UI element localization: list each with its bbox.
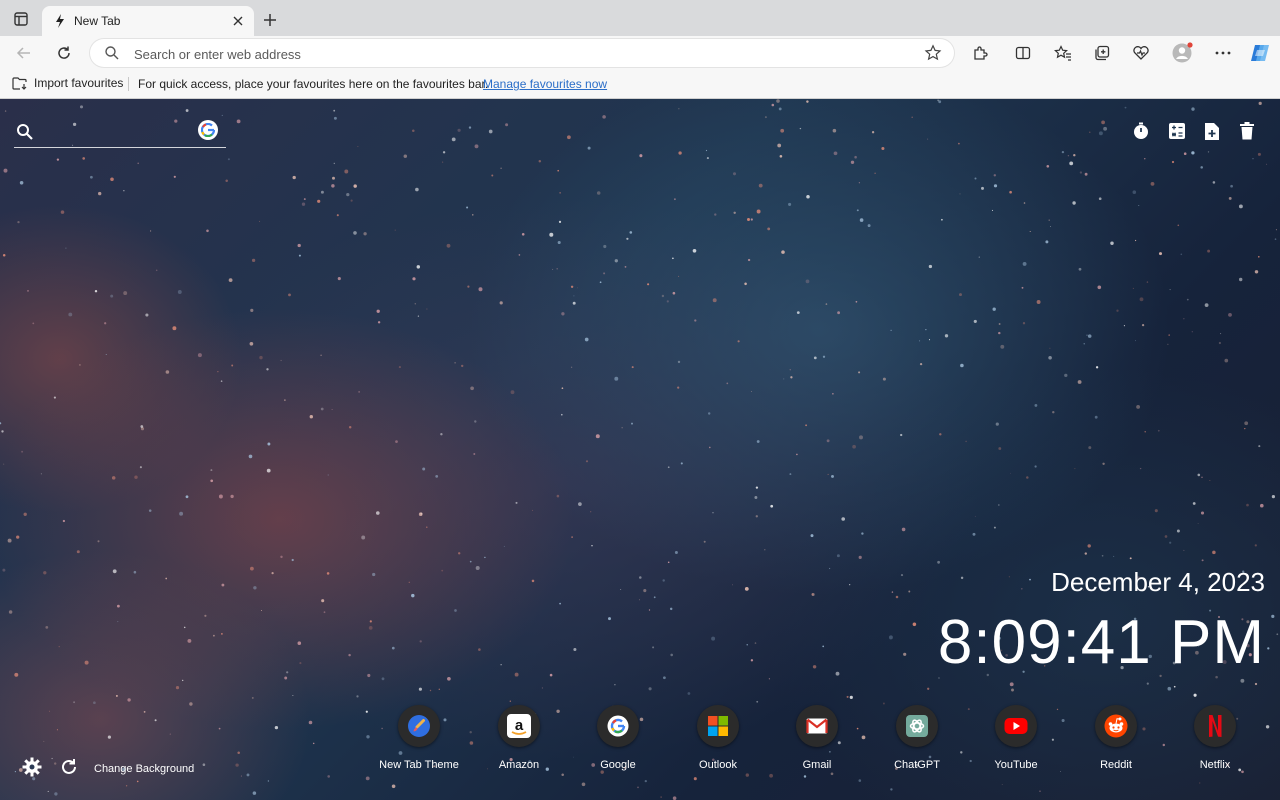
clock-date: December 4, 2023: [1051, 567, 1265, 597]
newtab-search-input[interactable]: [42, 122, 196, 144]
copilot-icon[interactable]: [1249, 42, 1271, 64]
microsoft-icon: [697, 705, 739, 747]
svg-text:a: a: [515, 717, 524, 734]
shortcut-netflix[interactable]: Netflix: [1165, 705, 1265, 771]
shortcut-reddit[interactable]: Reddit: [1066, 705, 1166, 771]
manage-favourites-link[interactable]: Manage favourites now: [483, 77, 607, 91]
favbar-message: For quick access, place your favourites …: [138, 77, 489, 91]
search-icon: [104, 45, 120, 61]
shortcut-label: Gmail: [802, 759, 832, 771]
chatgpt-icon: [896, 705, 938, 747]
import-folder-icon: [12, 77, 27, 90]
paintbrush-icon: [398, 705, 440, 747]
tab-new-tab[interactable]: New Tab: [42, 6, 254, 36]
profile-avatar[interactable]: [1171, 42, 1193, 64]
shortcut-label: ChatGPT: [894, 759, 940, 771]
gmail-icon: [796, 705, 838, 747]
close-tab-icon[interactable]: [230, 13, 246, 29]
address-bar: [90, 39, 954, 67]
timer-icon[interactable]: [1131, 121, 1151, 141]
favourites-icon[interactable]: [1052, 42, 1074, 64]
tab-favicon-icon: [52, 13, 68, 29]
address-input[interactable]: [132, 43, 896, 65]
add-favourite-star-icon[interactable]: [924, 44, 942, 62]
favbar-divider: [128, 77, 129, 91]
shortcut-youtube[interactable]: YouTube: [966, 705, 1066, 771]
shortcut-label: Netflix: [1199, 759, 1231, 771]
shortcut-label: Outlook: [699, 759, 737, 771]
back-arrow-icon[interactable]: [13, 42, 35, 64]
shortcut-label: Amazon: [498, 759, 540, 771]
shortcut-amazon[interactable]: a Amazon: [469, 705, 569, 771]
import-favourites-label: Import favourites: [34, 76, 124, 90]
google-icon: [597, 705, 639, 747]
newtab-search-box: [14, 119, 226, 148]
shortcut-google[interactable]: Google: [568, 705, 668, 771]
more-menu-icon[interactable]: [1212, 42, 1234, 64]
netflix-icon: [1194, 705, 1236, 747]
shortcut-outlook[interactable]: Outlook: [668, 705, 768, 771]
add-note-icon[interactable]: [1202, 121, 1222, 141]
youtube-icon: [995, 705, 1037, 747]
new-tab-button[interactable]: [260, 10, 280, 30]
shortcut-new-tab-theme[interactable]: New Tab Theme: [369, 705, 469, 771]
extensions-puzzle-icon[interactable]: [969, 42, 991, 64]
trash-icon[interactable]: [1237, 121, 1257, 141]
split-screen-icon[interactable]: [1012, 42, 1034, 64]
shortcut-label: Reddit: [1100, 759, 1132, 771]
tab-strip: New Tab: [0, 0, 1280, 36]
collections-icon[interactable]: [1091, 42, 1113, 64]
clock-time: 8:09:41 PM: [937, 608, 1265, 677]
new-tab-page: December 4, 2023 8:09:41 PM New Tab Them…: [0, 99, 1280, 800]
bottom-controls: Change Background: [22, 757, 194, 777]
change-background-refresh-icon[interactable]: [60, 758, 78, 776]
settings-gear-icon[interactable]: [22, 757, 42, 777]
shortcut-gmail[interactable]: Gmail: [767, 705, 867, 771]
change-background-link[interactable]: Change Background: [94, 763, 194, 775]
tab-title: New Tab: [74, 14, 121, 28]
refresh-icon[interactable]: [53, 42, 75, 64]
search-icon: [16, 123, 34, 146]
background-image: [0, 99, 1279, 800]
import-favourites-button[interactable]: Import favourites: [12, 76, 123, 90]
reddit-icon: [1095, 705, 1137, 747]
shortcut-label: New Tab Theme: [379, 759, 459, 771]
shortcut-chatgpt[interactable]: ChatGPT: [867, 705, 967, 771]
tab-actions-icon[interactable]: [10, 8, 32, 30]
browser-toolbar: [0, 36, 1280, 70]
browser-essentials-icon[interactable]: [1130, 42, 1152, 64]
shortcut-label: Google: [600, 759, 636, 771]
amazon-icon: a: [498, 705, 540, 747]
favourites-bar: Import favourites For quick access, plac…: [0, 70, 1280, 99]
shortcut-label: YouTube: [994, 759, 1038, 771]
google-icon[interactable]: [198, 120, 218, 140]
calculator-icon[interactable]: [1167, 121, 1187, 141]
